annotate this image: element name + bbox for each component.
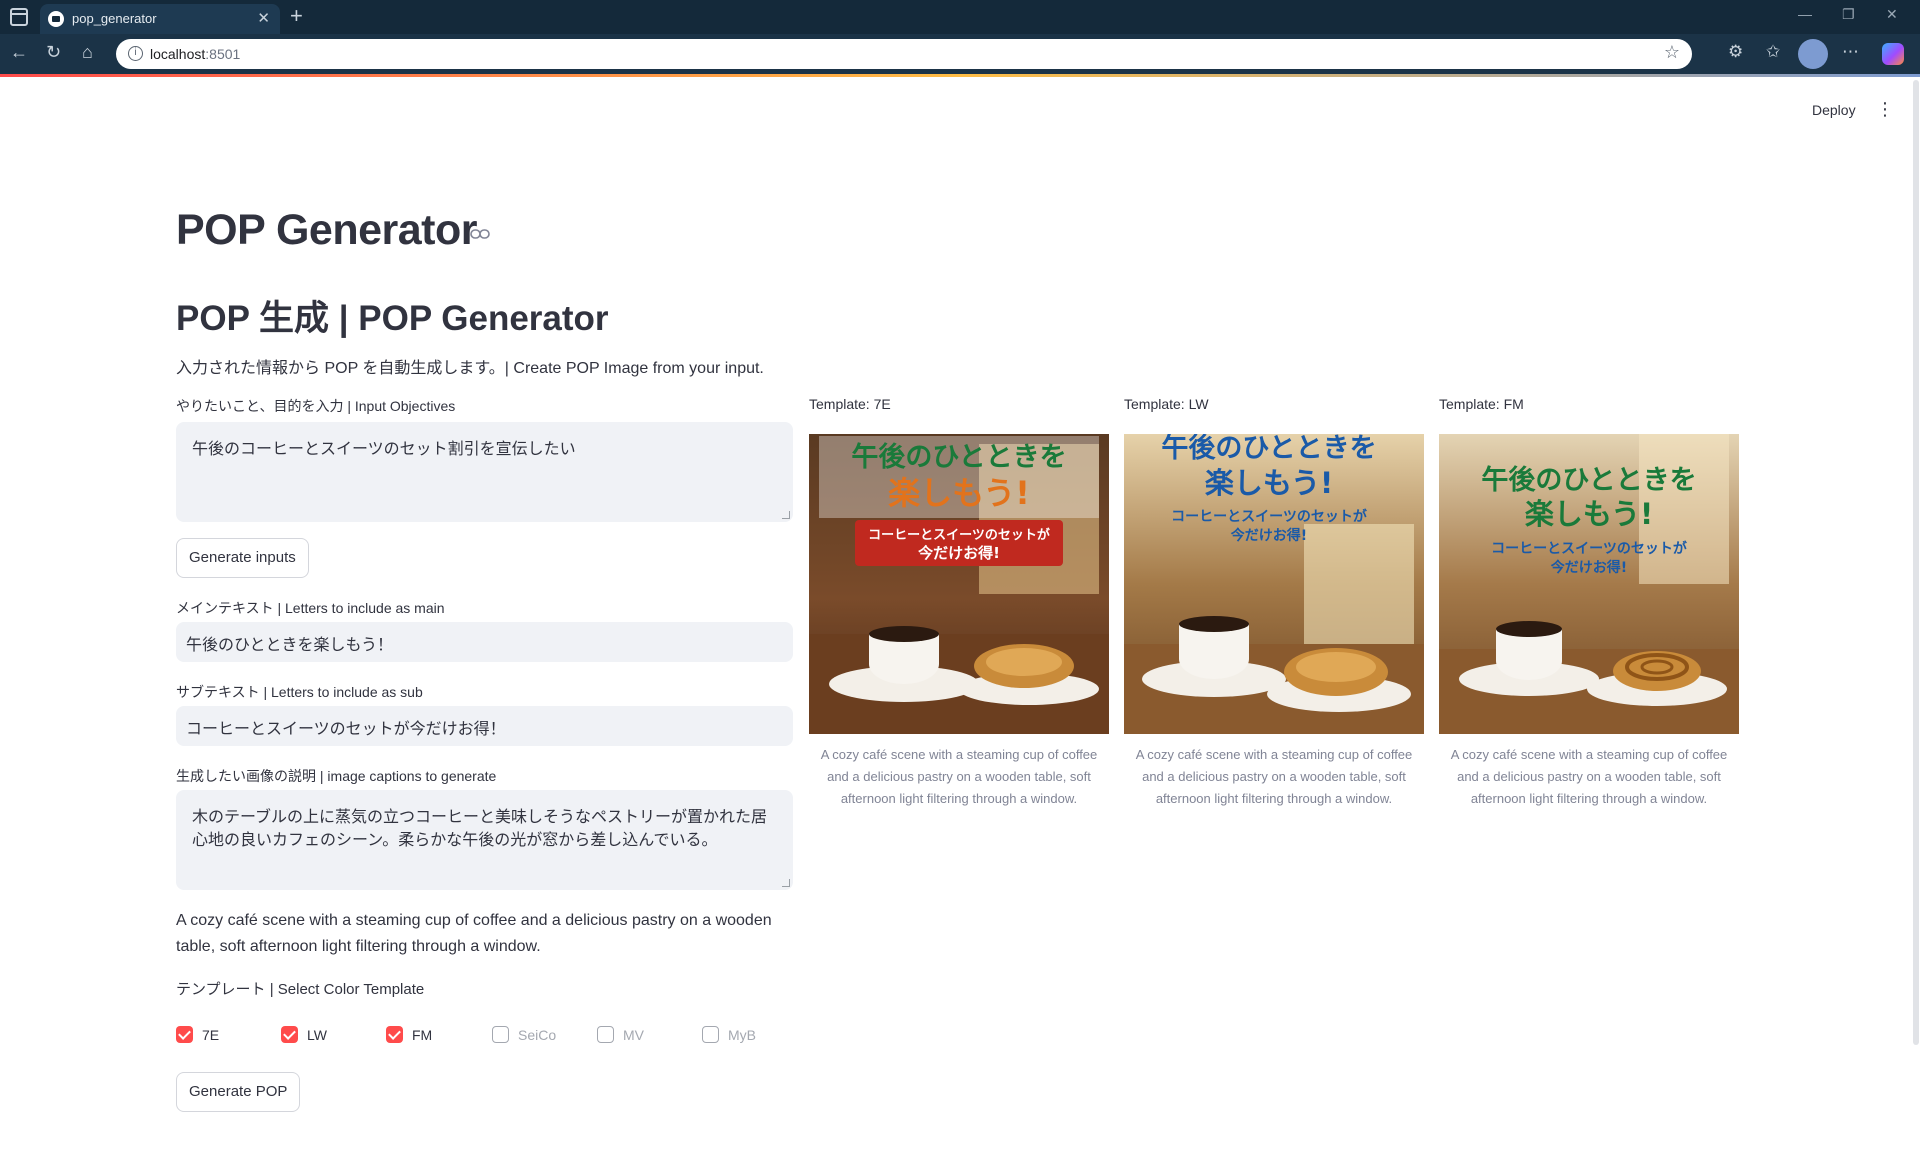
checkbox-label: MV — [623, 1027, 644, 1043]
image-desc-label: 生成したい画像の説明 | image captions to generate — [176, 768, 497, 784]
template-7e-caption: A cozy café scene with a steaming cup of… — [820, 747, 1098, 806]
template-lw-caption: A cozy café scene with a steaming cup of… — [1135, 747, 1413, 806]
anchor-link-icon[interactable] — [470, 228, 490, 240]
image-desc-textarea[interactable]: 木のテーブルの上に蒸気の立つコーヒーと美味しそうなペストリーが置かれた居心地の良… — [176, 790, 793, 890]
address-bar: ← ↻ ⌂ i localhost:8501 ☆ ⚙ ✩ ⋯ — [0, 34, 1920, 74]
pop-headline-line2: 楽しもう! — [1525, 497, 1653, 531]
checkbox-checked-icon[interactable] — [176, 1026, 193, 1043]
template-fm-caption: A cozy café scene with a steaming cup of… — [1450, 747, 1728, 806]
main-text-input[interactable]: 午後のひとときを楽しもう！ — [176, 622, 793, 662]
template-fm-label: Template: FM — [1439, 396, 1524, 412]
page-description: 入力された情報から POP を自動生成します。| Create POP Imag… — [176, 360, 764, 377]
page-title: POP Generator — [176, 206, 478, 254]
objective-label: やりたいこと、目的を入力 | Input Objectives — [176, 398, 456, 414]
image-desc-value: 木のテーブルの上に蒸気の立つコーヒーと美味しそうなペストリーが置かれた居心地の良… — [192, 809, 768, 849]
tab-close-icon[interactable]: ✕ — [257, 9, 270, 27]
pop-headline-line2: 楽しもう! — [888, 474, 1030, 512]
checkbox-checked-icon[interactable] — [386, 1026, 403, 1043]
pop-sub-line1: コーヒーとスイーツのセットが — [1171, 508, 1368, 525]
streamlit-top-decoration — [0, 74, 1920, 77]
checkbox-unchecked-icon[interactable] — [702, 1026, 719, 1043]
streamlit-favicon-icon — [48, 11, 64, 27]
close-window-icon[interactable]: ✕ — [1886, 6, 1898, 23]
main-text-label: メインテキスト | Letters to include as main — [176, 600, 445, 616]
checkbox-label: SeiCo — [518, 1027, 557, 1043]
pop-headline-line1: 午後のひとときを — [851, 441, 1066, 473]
section-heading: POP 生成 | POP Generator — [176, 299, 609, 338]
extensions-icon[interactable]: ⚙ — [1728, 42, 1743, 62]
generate-pop-button[interactable]: Generate POP — [176, 1072, 301, 1112]
deploy-button[interactable]: Deploy — [1812, 102, 1856, 118]
pop-image-fm[interactable]: 午後のひとときを 楽しもう! コーヒーとスイーツのセットが 今だけお得! — [1439, 434, 1739, 734]
minimize-icon[interactable]: — — [1798, 6, 1812, 22]
sub-text-label: サブテキスト | Letters to include as sub — [176, 684, 423, 700]
favorite-star-icon[interactable]: ☆ — [1664, 42, 1680, 63]
sidebar-toggle-icon[interactable] — [10, 8, 28, 26]
resize-grip-icon[interactable] — [782, 511, 790, 519]
restore-icon[interactable]: ❐ — [1842, 6, 1855, 23]
objective-value: 午後のコーヒーとスイーツのセット割引を宣伝したい — [192, 441, 576, 458]
checkbox-checked-icon[interactable] — [281, 1026, 298, 1043]
scrollbar[interactable] — [1913, 80, 1919, 1045]
pop-image-lw[interactable]: 午後のひとときを 楽しもう! コーヒーとスイーツのセットが 今だけお得! — [1124, 434, 1424, 734]
template-7e-label: Template: 7E — [809, 396, 891, 412]
reload-icon[interactable]: ↻ — [46, 42, 61, 63]
generate-inputs-button[interactable]: Generate inputs — [176, 538, 309, 578]
pop-sub-line2: 今だけお得! — [917, 544, 1000, 562]
url-field[interactable]: i localhost:8501 ☆ — [116, 39, 1692, 69]
tab-title: pop_generator — [72, 11, 157, 26]
pop-sub-line2: 今だけお得! — [1550, 559, 1627, 576]
back-icon[interactable]: ← — [10, 42, 28, 63]
sub-text-input[interactable]: コーヒーとスイーツのセットが今だけお得！ — [176, 706, 793, 746]
pop-sub-line1: コーヒーとスイーツのセットが — [1491, 540, 1688, 557]
browser-tab-bar: pop_generator ✕ + — ❐ ✕ — [0, 0, 1920, 34]
new-tab-icon[interactable]: + — [290, 3, 303, 29]
english-caption: A cozy café scene with a steaming cup of… — [176, 912, 772, 955]
pop-sub-line2: 今だけお得! — [1230, 527, 1307, 544]
checkbox-unchecked-icon[interactable] — [492, 1026, 509, 1043]
main-menu-icon[interactable]: ⋮ — [1876, 100, 1894, 118]
more-menu-icon[interactable]: ⋯ — [1842, 42, 1859, 62]
copilot-icon[interactable] — [1882, 43, 1904, 65]
browser-tab[interactable]: pop_generator ✕ — [40, 4, 280, 34]
favorites-icon[interactable]: ✩ — [1766, 42, 1780, 62]
url-text: localhost:8501 — [150, 46, 241, 62]
checkbox-label: MyB — [728, 1027, 756, 1043]
profile-avatar[interactable] — [1798, 39, 1828, 69]
checkbox-label: 7E — [202, 1027, 220, 1043]
checkbox-label: FM — [412, 1027, 433, 1043]
template-lw-label: Template: LW — [1124, 396, 1209, 412]
pop-headline-line2: 楽しもう! — [1205, 466, 1333, 500]
pop-sub-line1: コーヒーとスイーツのセットが — [868, 527, 1050, 543]
template-label: テンプレート | Select Color Template — [176, 981, 425, 998]
objective-textarea[interactable]: 午後のコーヒーとスイーツのセット割引を宣伝したい — [176, 422, 793, 522]
site-info-icon[interactable]: i — [128, 46, 143, 61]
home-icon[interactable]: ⌂ — [82, 42, 93, 63]
pop-headline-line1: 午後のひとときを — [1481, 464, 1696, 496]
pop-image-7e[interactable]: 午後のひとときを 楽しもう! コーヒーとスイーツのセットが 今だけお得! — [809, 434, 1109, 734]
resize-grip-icon[interactable] — [782, 879, 790, 887]
pop-headline-line1: 午後のひとときを — [1161, 434, 1376, 464]
checkbox-unchecked-icon[interactable] — [597, 1026, 614, 1043]
checkbox-label: LW — [307, 1027, 327, 1043]
